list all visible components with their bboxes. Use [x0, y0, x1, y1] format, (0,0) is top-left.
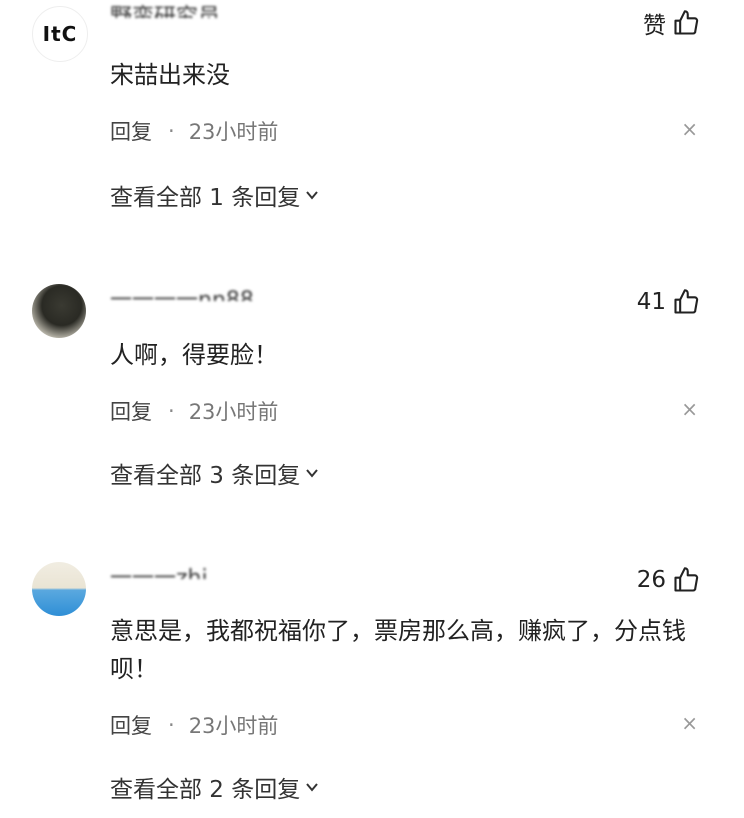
timestamp: 23小时前: [188, 714, 279, 738]
like-count: 41: [636, 289, 666, 315]
thumbs-up-icon: [674, 567, 699, 592]
view-all-replies-label: 查看全部 2 条回复: [110, 777, 301, 803]
chevron-down-icon: [306, 469, 319, 478]
comment-meta: 回复 · 23小时前: [110, 116, 278, 146]
comment-text: 人啊，得要脸！: [110, 341, 278, 369]
like-button[interactable]: 赞: [643, 6, 700, 40]
chevron-down-icon: [306, 783, 319, 792]
comment-meta: 回复 · 23小时前: [110, 396, 278, 426]
avatar-logo-text: ItC: [42, 22, 78, 46]
separator-dot: ·: [168, 713, 175, 737]
close-icon[interactable]: ×: [681, 397, 698, 421]
like-count: 26: [636, 567, 666, 593]
like-count: 赞: [643, 13, 666, 39]
view-all-replies-label: 查看全部 3 条回复: [110, 463, 301, 489]
reply-button[interactable]: 回复: [110, 710, 152, 740]
comment-meta: 回复 · 23小时前: [110, 710, 278, 740]
thumbs-up-icon: [674, 10, 699, 35]
comment-text: 宋喆出来没: [110, 61, 230, 89]
like-button[interactable]: 26: [637, 566, 700, 594]
timestamp: 23小时前: [188, 400, 279, 424]
reply-button[interactable]: 回复: [110, 396, 152, 426]
close-icon[interactable]: ×: [681, 117, 698, 141]
view-all-replies-label: 查看全部 1 条回复: [110, 185, 301, 211]
comment-text: 意思是，我都祝福你了，票房那么高，赚疯了，分点钱呗！: [110, 617, 686, 683]
view-all-replies-button[interactable]: 查看全部 3 条回复: [110, 456, 320, 490]
avatar[interactable]: ItC: [32, 6, 88, 62]
like-button[interactable]: 41: [637, 288, 700, 316]
separator-dot: ·: [168, 399, 175, 423]
timestamp: 23小时前: [188, 120, 279, 144]
username[interactable]: 一一一zhi: [110, 565, 208, 579]
avatar[interactable]: [32, 562, 86, 616]
avatar[interactable]: [32, 284, 86, 338]
chevron-down-icon: [306, 191, 319, 200]
separator-dot: ·: [168, 119, 175, 143]
view-all-replies-button[interactable]: 查看全部 2 条回复: [110, 770, 320, 804]
view-all-replies-button[interactable]: 查看全部 1 条回复: [110, 178, 320, 212]
username[interactable]: 野蛮研究员: [110, 4, 220, 18]
reply-button[interactable]: 回复: [110, 116, 152, 146]
thumbs-up-icon: [674, 289, 699, 314]
username[interactable]: 一一一一nn88: [110, 287, 254, 301]
close-icon[interactable]: ×: [681, 711, 698, 735]
